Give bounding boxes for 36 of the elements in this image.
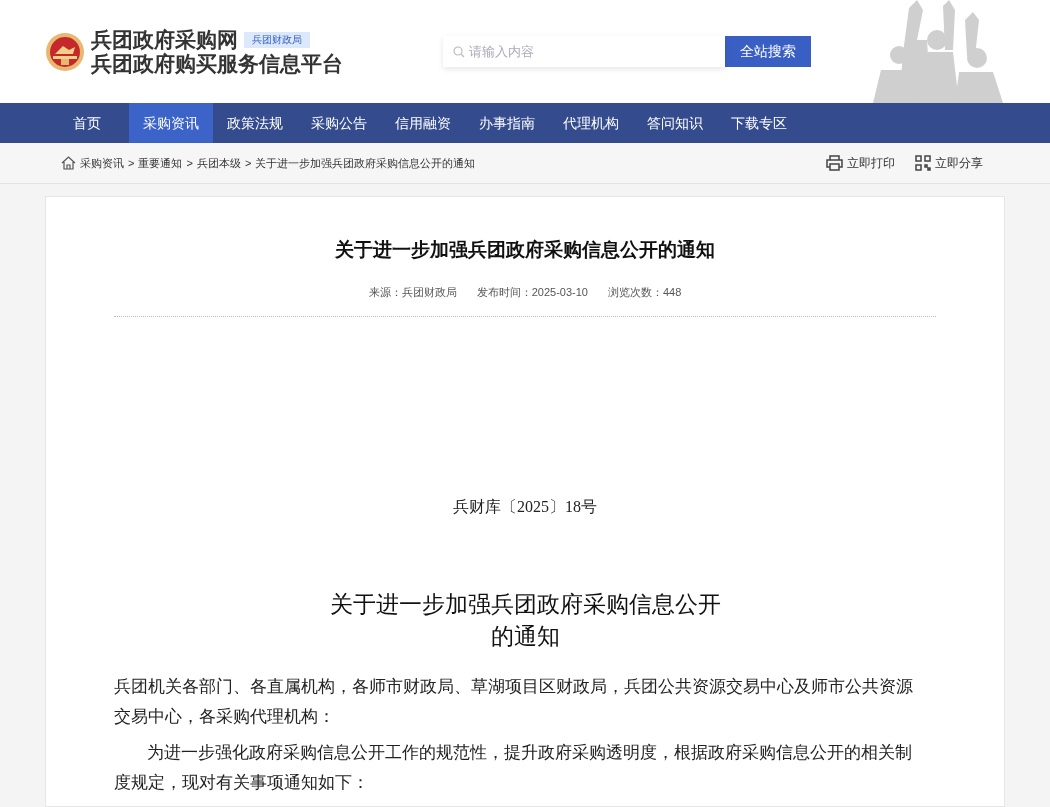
breadcrumb-separator: > [244, 157, 252, 169]
breadcrumb-link[interactable]: 重要通知 [138, 155, 183, 171]
nav-tab[interactable]: 采购资讯 [129, 103, 213, 143]
nav-tab[interactable]: 下载专区 [717, 103, 801, 143]
document-number: 兵财库〔2025〕18号 [452, 497, 598, 517]
site-subtitle: 兵团政府购买服务信息平台 [91, 51, 343, 76]
print-link[interactable]: 立即打印 [826, 154, 895, 172]
emblem-logo [45, 31, 85, 72]
nav-tab[interactable]: 办事指南 [465, 103, 549, 143]
printer-icon [826, 155, 843, 171]
nav-tab[interactable]: 代理机构 [549, 103, 633, 143]
qr-code-icon [915, 155, 931, 171]
article-meta: 浏览次数：448 [607, 285, 682, 300]
share-link[interactable]: 立即分享 [915, 154, 983, 172]
breadcrumb-link[interactable]: 关于进一步加强兵团政府采购信息公开的通知 [255, 155, 476, 171]
site-name: 兵团政府采购网 [91, 27, 238, 52]
breadcrumb-separator: > [128, 157, 135, 169]
nav-tab[interactable]: 政策法规 [213, 103, 297, 143]
nav-tab[interactable]: 信用融资 [381, 103, 465, 143]
search-icon [453, 46, 465, 58]
document-title: 关于进一步加强兵团政府采购信息公开的通知 [328, 590, 722, 651]
nav-tab[interactable]: 采购公告 [297, 103, 381, 143]
article-meta: 发布时间：2025-03-10 [476, 285, 588, 300]
breadcrumb-link[interactable]: 采购资讯 [80, 155, 124, 171]
search-field[interactable]: 请输入内容 [443, 36, 725, 67]
body-paragraph: 兵团机关各部门、各直属机构，各师市财政局、草湖项目区财政局，兵团公共资源交易中心及师市公共资源交易中心，各采购代理机构： [114, 676, 914, 728]
breadcrumb-separator: > [186, 157, 193, 169]
department-badge: 兵团财政局 [244, 31, 310, 48]
body-paragraph: 为进一步强化政府采购信息公开工作的规范性，提升政府采购透明度，根据政府采购信息公开的相关制度规定，现对有关事项通知如下： [114, 742, 914, 794]
nav-tab[interactable]: 首页 [45, 103, 129, 143]
home-icon [61, 156, 76, 170]
article-title: 关于进一步加强兵团政府采购信息公开的通知 [334, 238, 716, 262]
breadcrumb-link[interactable]: 兵团本级 [196, 155, 241, 171]
search-button[interactable]: 全站搜索 [725, 36, 811, 67]
nav-tab[interactable]: 答问知识 [633, 103, 717, 143]
article-meta: 来源：兵团财政局 [368, 285, 457, 300]
